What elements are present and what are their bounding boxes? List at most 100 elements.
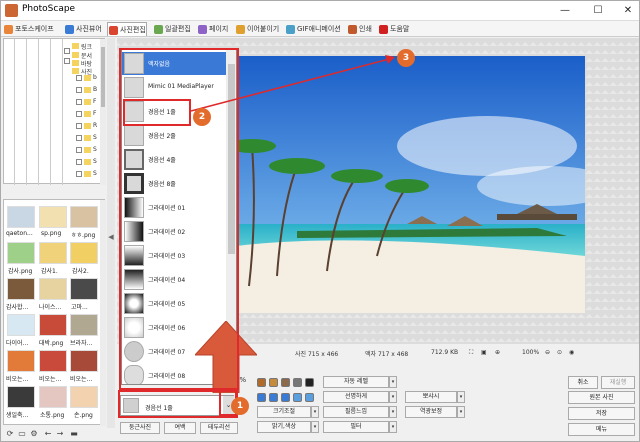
tree-expand-icon[interactable]: [76, 99, 82, 105]
zoom-in-icon[interactable]: ⊕: [495, 349, 500, 356]
soft-focus-button[interactable]: 뽀샤시: [405, 391, 457, 403]
zoom-options-icon[interactable]: ◉: [569, 349, 574, 356]
tree-item[interactable]: S: [93, 158, 97, 165]
collapse-arrow-icon[interactable]: ◀: [107, 233, 115, 241]
tree-scrollbar-thumb[interactable]: [101, 47, 105, 107]
undo-button[interactable]: 취소: [568, 376, 598, 389]
refresh-icon[interactable]: ⟳: [5, 429, 15, 439]
thumbnail-image[interactable]: [70, 350, 98, 372]
thumbnail-image[interactable]: [70, 314, 98, 336]
frame-color-swatch[interactable]: [293, 378, 302, 387]
thumbnail-image[interactable]: [70, 242, 98, 264]
thumbnail-image[interactable]: [70, 278, 98, 300]
save-button[interactable]: 저장: [568, 407, 635, 420]
frame-color-swatch[interactable]: [305, 378, 314, 387]
zoom-out-icon[interactable]: ⊖: [545, 349, 550, 356]
tab-gif[interactable]: GIF애니메이션: [285, 22, 341, 36]
tree-item[interactable]: F: [93, 98, 96, 105]
backlight-correction-button[interactable]: 역광보정: [405, 406, 457, 418]
tab-photoscape[interactable]: 포토스케이프: [3, 22, 54, 36]
maximize-button[interactable]: ☐: [583, 1, 613, 21]
tree-expand-icon[interactable]: [76, 171, 82, 177]
thumbnail-image[interactable]: [39, 350, 67, 372]
back-arrow-icon[interactable]: ←: [43, 429, 53, 439]
thumbnail-image[interactable]: [70, 206, 98, 228]
folder-tree[interactable]: 링크 문서 바탕 사진 b B F F R S S S S: [3, 38, 106, 185]
close-button[interactable]: ✕: [613, 1, 639, 21]
thumbnail-image[interactable]: [39, 314, 67, 336]
sharpen-button[interactable]: 선명하게: [323, 391, 389, 403]
tree-expand-icon[interactable]: [76, 147, 82, 153]
actual-size-icon[interactable]: ▣: [481, 349, 487, 356]
tree-item[interactable]: F: [93, 110, 96, 117]
sharpen-dropdown[interactable]: ▾: [389, 391, 397, 403]
tree-item[interactable]: R: [93, 122, 97, 129]
menu-button[interactable]: 메뉴: [568, 423, 635, 436]
thumbnail-image[interactable]: [7, 350, 35, 372]
redo-button[interactable]: 재실행: [601, 376, 635, 389]
tree-item[interactable]: S: [93, 134, 97, 141]
tree-expand-icon[interactable]: [76, 111, 82, 117]
filter-dropdown[interactable]: ▾: [389, 421, 397, 433]
thumbnail-image[interactable]: [39, 386, 67, 408]
thumbnail-image[interactable]: [70, 386, 98, 408]
thumbnail-image[interactable]: [39, 242, 67, 264]
tree-expand-icon[interactable]: [76, 75, 82, 81]
tree-expand-icon[interactable]: [76, 123, 82, 129]
minimize-button[interactable]: —: [550, 1, 580, 21]
folder-open-icon[interactable]: ▭: [17, 429, 27, 439]
tab-combine[interactable]: 이어붙이기: [235, 22, 279, 36]
tree-expand-icon[interactable]: [76, 159, 82, 165]
tab-page[interactable]: 페이지: [197, 22, 228, 36]
thumbnail-image[interactable]: [7, 206, 35, 228]
thumbnail-image[interactable]: [7, 278, 35, 300]
brightness-dropdown[interactable]: ▾: [311, 421, 319, 433]
brightness-color-button[interactable]: 밝기,색상: [257, 421, 311, 433]
frame-color-swatch[interactable]: [257, 378, 266, 387]
tab-viewer[interactable]: 사진뷰어: [64, 22, 102, 36]
auto-level-dropdown[interactable]: ▾: [389, 376, 397, 388]
forward-arrow-icon[interactable]: →: [55, 429, 65, 439]
zoom-reset-icon[interactable]: ⊙: [557, 349, 562, 356]
rotate-icon[interactable]: [257, 393, 266, 402]
tab-batch[interactable]: 일괄편집: [153, 22, 191, 36]
tree-expand-icon[interactable]: [64, 58, 70, 64]
resize-button[interactable]: 크기조절: [257, 406, 311, 418]
resize-dropdown[interactable]: ▾: [311, 406, 319, 418]
tree-item[interactable]: S: [93, 146, 97, 153]
settings-icon[interactable]: ⚙: [29, 429, 39, 439]
thumbnail-scrollbar[interactable]: [100, 200, 106, 426]
size-slider-icon[interactable]: ▬: [69, 429, 79, 439]
tree-expand-icon[interactable]: [76, 135, 82, 141]
tab-editor[interactable]: 사진편집: [107, 22, 147, 36]
tree-item[interactable]: 링크: [81, 42, 92, 51]
tab-print[interactable]: 인쇄: [347, 22, 372, 36]
tree-expand-icon[interactable]: [64, 48, 70, 54]
mirror-icon[interactable]: [293, 393, 302, 402]
thumbnail-image[interactable]: [39, 278, 67, 300]
thumbnail-image[interactable]: [7, 386, 35, 408]
tree-item[interactable]: S: [93, 170, 97, 177]
tree-item[interactable]: B: [93, 86, 97, 93]
film-effect-button[interactable]: 필름느낌: [323, 406, 389, 418]
original-photo-button[interactable]: 원본 사진: [568, 391, 635, 404]
rotate-right-icon[interactable]: [281, 393, 290, 402]
round-photo-button[interactable]: 둥근사진: [120, 422, 160, 434]
flip-icon[interactable]: [269, 393, 278, 402]
auto-level-button[interactable]: 자동 레벨: [323, 376, 389, 388]
fit-icon[interactable]: ⛶: [469, 349, 473, 357]
tree-expand-icon[interactable]: [76, 87, 82, 93]
soft-focus-dropdown[interactable]: ▾: [457, 391, 465, 403]
film-effect-dropdown[interactable]: ▾: [389, 406, 397, 418]
backlight-dropdown[interactable]: ▾: [457, 406, 465, 418]
thumbnail-image[interactable]: [39, 206, 67, 228]
tab-help[interactable]: 도움말: [378, 22, 409, 36]
border-line-button[interactable]: 테두리선: [200, 422, 238, 434]
filter-button[interactable]: 필터: [323, 421, 389, 433]
thumbnail-image[interactable]: [7, 314, 35, 336]
straighten-icon[interactable]: [305, 393, 314, 402]
frame-color-swatch[interactable]: [269, 378, 278, 387]
frame-color-swatch[interactable]: [281, 378, 290, 387]
thumbnail-image[interactable]: [7, 242, 35, 264]
margin-button[interactable]: 여백: [164, 422, 196, 434]
